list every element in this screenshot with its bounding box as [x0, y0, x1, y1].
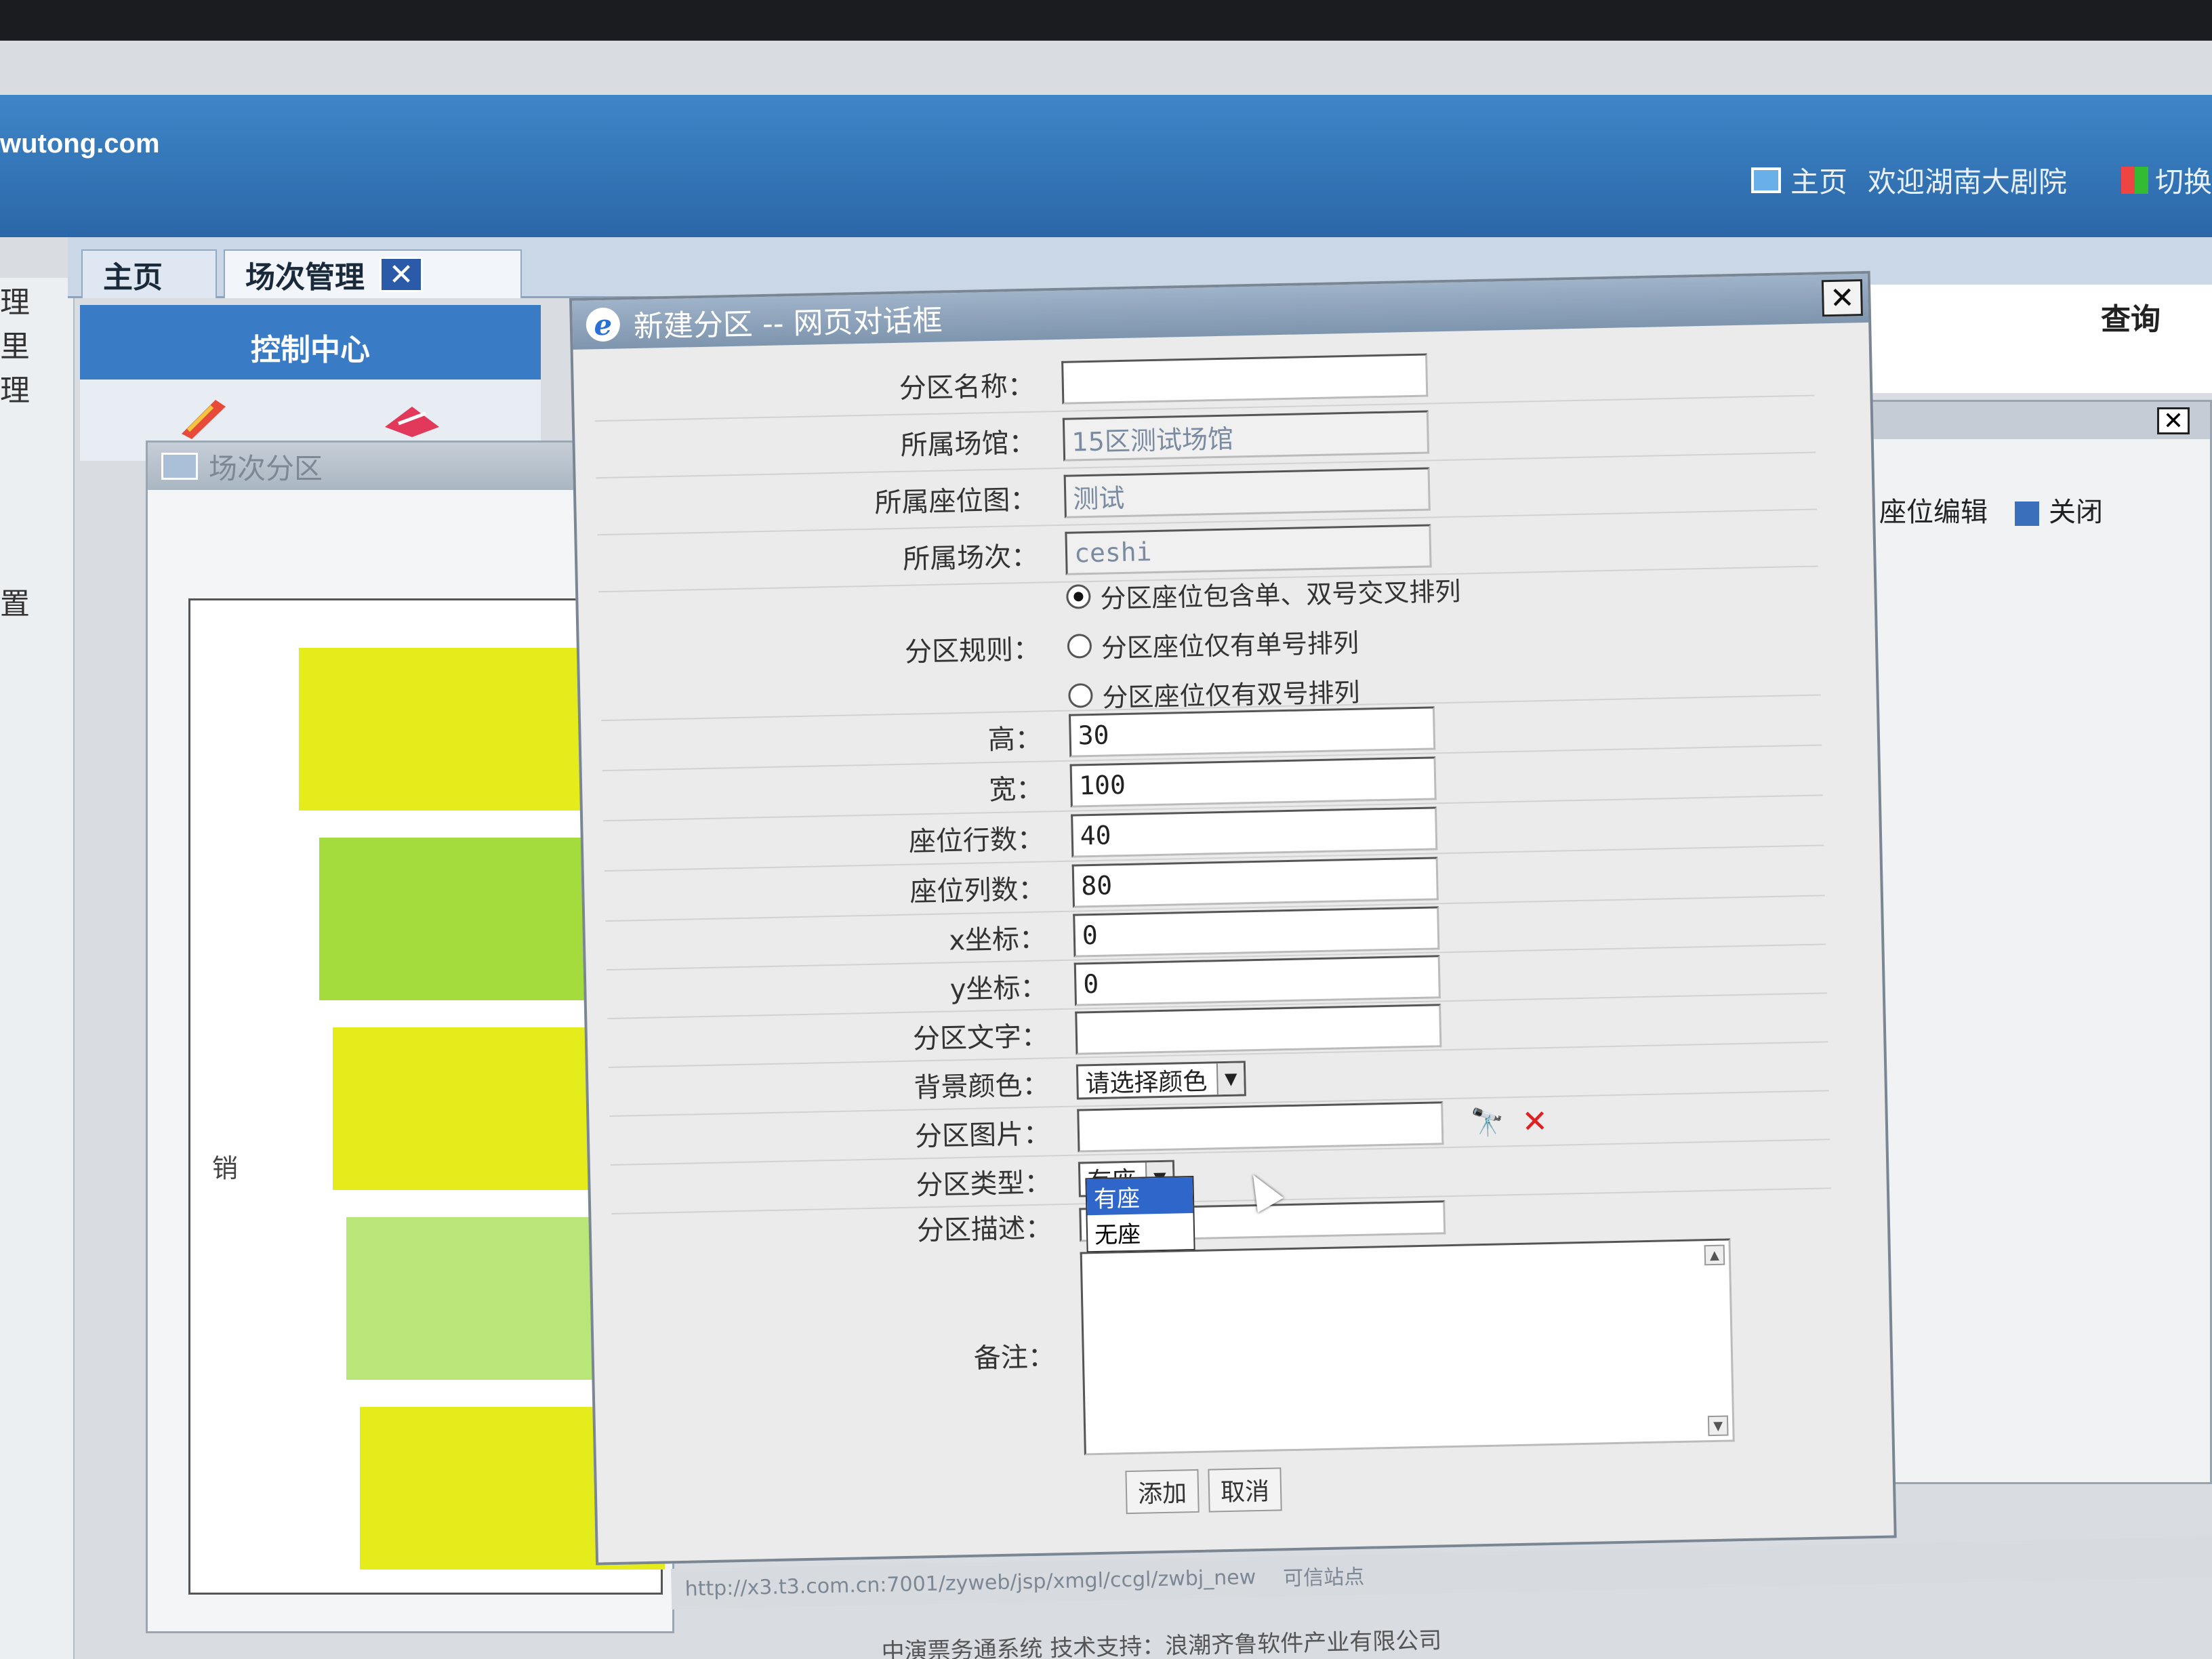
chevron-down-icon: ▼ [1216, 1063, 1244, 1095]
left-nav-item[interactable]: 理 [0, 278, 73, 322]
new-zone-dialog: e 新建分区 -- 网页对话框 ✕ 分区名称： 所属场馆： 15区测试场馆 所属… [569, 270, 1897, 1565]
screen: wutong.com 主页 欢迎湖南大剧院 切换 理 里 理 置 主页 场次管理… [0, 41, 2212, 1659]
seat-edit-window-title: ✕ [1825, 402, 2210, 439]
left-nav-item[interactable]: 理 [0, 366, 73, 410]
home-link-label: 主页 [1790, 165, 1847, 199]
radio-selected-icon [1066, 583, 1091, 609]
query-link[interactable]: 查询 [2101, 295, 2160, 338]
remark-textarea[interactable]: ▲ ▼ [1080, 1238, 1735, 1456]
x-coord-label: x坐标： [948, 923, 1047, 957]
dialog-close-icon[interactable]: ✕ [1821, 279, 1863, 317]
switch-link[interactable]: 切换 [2121, 159, 2212, 201]
close-button[interactable]: 关闭 [2015, 490, 2103, 529]
bg-color-label: 背景颜色： [914, 1069, 1050, 1104]
top-banner: wutong.com 主页 欢迎湖南大剧院 切换 [0, 95, 2212, 237]
side-label: 销 [212, 1153, 239, 1183]
venue-field[interactable]: 15区测试场馆 [1062, 410, 1430, 462]
radio-icon [1068, 682, 1093, 708]
rule-option-label: 分区座位仅有单号排列 [1101, 628, 1359, 663]
rule-option-mixed[interactable]: 分区座位包含单、双号交叉排列 [1066, 570, 1461, 615]
zone-name-field[interactable] [1061, 353, 1429, 405]
seatmap-field[interactable]: 测试 [1063, 467, 1431, 518]
banner-links: 主页 欢迎湖南大剧院 切换 [1750, 159, 2212, 201]
bg-color-value: 请选择颜色 [1085, 1067, 1208, 1099]
home-link[interactable]: 主页 [1750, 159, 1847, 201]
rule-option-odd[interactable]: 分区座位仅有单号排列 [1067, 619, 1462, 665]
session-label: 所属场次： [902, 541, 1039, 575]
zone-image-field[interactable] [1077, 1101, 1444, 1153]
cancel-button[interactable]: 取消 [1208, 1467, 1282, 1513]
seatmap-label: 所属座位图： [874, 484, 1038, 519]
height-label: 高： [987, 723, 1043, 756]
seat-rows-label: 座位行数： [908, 823, 1045, 858]
trusted-zone: 可信站点 [1282, 1565, 1365, 1591]
dropdown-option[interactable]: 无座 [1088, 1213, 1194, 1251]
tab-home-label: 主页 [103, 260, 163, 295]
close-icon[interactable]: ✕ [2157, 407, 2190, 435]
tab-close-icon[interactable]: ✕ [380, 257, 423, 292]
form-row-remark: 备注： ▲ ▼ [613, 1229, 1837, 1472]
dialog-title: 新建分区 -- 网页对话框 [633, 303, 943, 345]
scroll-down-icon[interactable]: ▼ [1707, 1415, 1729, 1437]
seat-rows-field[interactable]: 40 [1071, 806, 1438, 858]
tab-session-label: 场次管理 [245, 260, 365, 295]
welcome-text: 欢迎湖南大剧院 [1867, 165, 2067, 199]
status-url: http://x3.t3.com.cn:7001/zyweb/jsp/xmgl/… [684, 1565, 1256, 1601]
zone-text-label: 分区文字： [912, 1021, 1049, 1055]
left-nav-item[interactable]: 置 [0, 579, 73, 623]
ie-icon: e [586, 307, 621, 342]
browse-icon[interactable]: 🔭 [1470, 1106, 1504, 1139]
venue-label: 所属场馆： [900, 427, 1037, 462]
site-logo: wutong.com [0, 129, 160, 159]
dropdown-option[interactable]: 有座 [1086, 1177, 1193, 1216]
scroll-up-icon[interactable]: ▲ [1704, 1244, 1725, 1266]
bg-color-select[interactable]: 请选择颜色 ▼ [1076, 1061, 1246, 1100]
zone-text-field[interactable] [1075, 1004, 1442, 1055]
remark-label: 备注： [973, 1341, 1056, 1374]
seat-edit-label: 座位编辑 [1879, 497, 1988, 528]
zone-name-label: 分区名称： [899, 370, 1036, 405]
window-icon [161, 453, 198, 480]
form-row-rule: 分区规则： 分区座位包含单、双号交叉排列 分区座位仅有单号排列 分区座位仅有双号… [598, 566, 1821, 722]
add-button[interactable]: 添加 [1125, 1469, 1200, 1515]
left-nav-fragment: 理 里 理 置 [0, 278, 75, 1659]
book-icon[interactable] [378, 393, 446, 441]
radio-icon [1067, 633, 1092, 659]
clear-icon[interactable]: ✕ [1521, 1103, 1549, 1140]
page-footer: 中演票务通系统 技术支持：浪潮齐鲁软件产业有限公司 [881, 1626, 1442, 1659]
tab-session-management[interactable]: 场次管理 ✕ [224, 249, 522, 298]
pencil-icon[interactable] [175, 393, 243, 441]
width-field[interactable]: 100 [1069, 756, 1437, 808]
width-label: 宽： [988, 773, 1044, 806]
x-coord-field[interactable]: 0 [1073, 906, 1440, 958]
rule-label: 分区规则： [904, 634, 1041, 668]
left-nav-item[interactable]: 里 [0, 322, 73, 366]
zone-image-label: 分区图片： [914, 1118, 1051, 1153]
rule-radio-group: 分区座位包含单、双号交叉排列 分区座位仅有单号排列 分区座位仅有双号排列 [1066, 566, 1463, 718]
close-label: 关闭 [2049, 497, 2103, 528]
tab-home[interactable]: 主页 [81, 249, 217, 298]
rule-option-label: 分区座位包含单、双号交叉排列 [1099, 576, 1461, 614]
height-field[interactable]: 30 [1069, 706, 1436, 758]
zone-type-dropdown: 有座 无座 [1085, 1175, 1195, 1253]
zone-type-label: 分区类型： [916, 1167, 1052, 1202]
y-coord-label: y坐标： [949, 972, 1048, 1006]
seat-cols-label: 座位列数： [909, 874, 1046, 908]
switch-link-label: 切换 [2154, 165, 2212, 199]
seat-edit-toolbar: 座位编辑 关闭 [1845, 490, 2103, 529]
rule-option-label: 分区座位仅有双号排列 [1102, 677, 1360, 713]
new-zone-form: 分区名称： 所属场馆： 15区测试场馆 所属座位图： 测试 所属场次： cesh… [594, 339, 1837, 1525]
session-zone-title-text: 场次分区 [209, 451, 323, 485]
switch-icon [2121, 166, 2148, 194]
back-icon [2015, 501, 2039, 526]
home-icon [1750, 167, 1781, 193]
y-coord-field[interactable]: 0 [1073, 955, 1441, 1006]
seat-cols-field[interactable]: 80 [1071, 857, 1439, 908]
